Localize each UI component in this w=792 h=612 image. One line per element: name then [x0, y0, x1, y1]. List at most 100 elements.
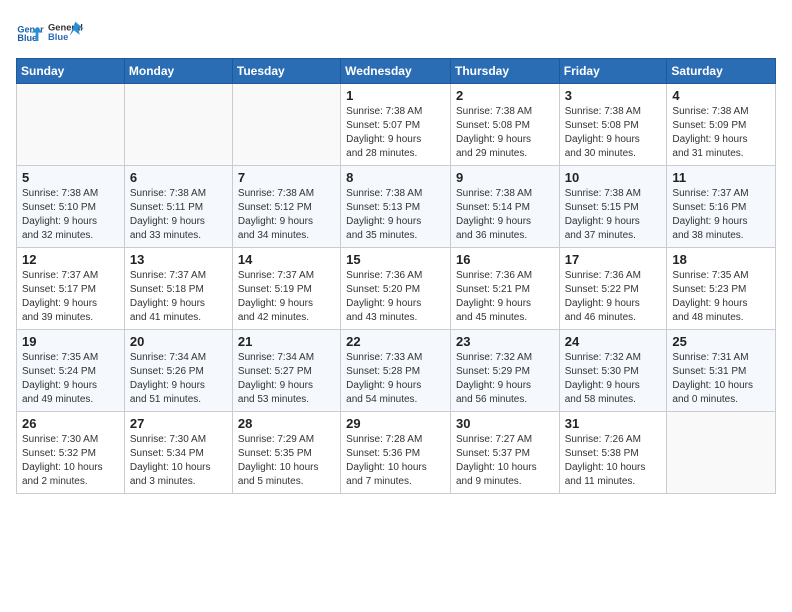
calendar-day-cell: 8Sunrise: 7:38 AM Sunset: 5:13 PM Daylig…	[341, 166, 451, 248]
calendar-day-cell: 5 Sunrise: 7:38 AM Sunset: 5:10 PM Daylig…	[17, 166, 125, 248]
day-info: Sunrise: 7:35 AM Sunset: 5:24 PM Dayligh…	[22, 351, 119, 407]
logo: General Blue General Blue	[16, 16, 84, 52]
day-info: Sunrise: 7:31 AM Sunset: 5:31 PM Dayligh…	[672, 351, 770, 407]
day-info: Sunrise: 7:26 AM Sunset: 5:38 PM Dayligh…	[565, 433, 662, 489]
day-info: Sunrise: 7:38 AM Sunset: 5:14 PM Dayligh…	[456, 187, 554, 243]
day-number: 10	[565, 170, 662, 185]
calendar-day-cell: 18 Sunrise: 7:35 AM Sunset: 5:23 PM Dayli…	[667, 248, 776, 330]
logo-bird-icon: General Blue	[48, 16, 84, 52]
day-info: Sunrise: 7:38 AM Sunset: 5:12 PM Dayligh…	[238, 187, 335, 243]
day-info: Sunrise: 7:36 AM Sunset: 5:22 PM Dayligh…	[565, 269, 662, 325]
calendar-day-cell: 6 Sunrise: 7:38 AM Sunset: 5:11 PM Daylig…	[124, 166, 232, 248]
day-number: 2	[456, 88, 554, 103]
calendar-day-cell: 26 Sunrise: 7:30 AM Sunset: 5:32 PM Dayli…	[17, 412, 125, 494]
day-number: 21	[238, 334, 335, 349]
calendar-day-cell: 31 Sunrise: 7:26 AM Sunset: 5:38 PM Dayli…	[559, 412, 667, 494]
calendar-day-cell: 1 Sunrise: 7:38 AM Sunset: 5:07 PM Daylig…	[341, 84, 451, 166]
day-info: Sunrise: 7:33 AM Sunset: 5:28 PM Dayligh…	[346, 351, 445, 407]
day-info: Sunrise: 7:37 AM Sunset: 5:18 PM Dayligh…	[130, 269, 227, 325]
calendar-day-cell: 21 Sunrise: 7:34 AM Sunset: 5:27 PM Dayli…	[232, 330, 340, 412]
calendar-day-cell: 2 Sunrise: 7:38 AM Sunset: 5:08 PM Daylig…	[450, 84, 559, 166]
day-info: Sunrise: 7:37 AM Sunset: 5:19 PM Dayligh…	[238, 269, 335, 325]
day-number: 7	[238, 170, 335, 185]
day-info: Sunrise: 7:34 AM Sunset: 5:27 PM Dayligh…	[238, 351, 335, 407]
day-info: Sunrise: 7:36 AM Sunset: 5:21 PM Dayligh…	[456, 269, 554, 325]
day-info: Sunrise: 7:28 AM Sunset: 5:36 PM Dayligh…	[346, 433, 445, 489]
day-number: 12	[22, 252, 119, 267]
calendar-day-cell	[232, 84, 340, 166]
day-number: 28	[238, 416, 335, 431]
calendar-day-cell: 24 Sunrise: 7:32 AM Sunset: 5:30 PM Dayli…	[559, 330, 667, 412]
calendar-header-row: SundayMondayTuesdayWednesdayThursdayFrid…	[17, 59, 776, 84]
calendar-day-cell: 17 Sunrise: 7:36 AM Sunset: 5:22 PM Dayli…	[559, 248, 667, 330]
calendar-day-cell: 4Sunrise: 7:38 AM Sunset: 5:09 PM Daylig…	[667, 84, 776, 166]
day-info: Sunrise: 7:38 AM Sunset: 5:08 PM Dayligh…	[565, 105, 662, 161]
calendar-day-cell	[124, 84, 232, 166]
day-number: 13	[130, 252, 227, 267]
day-number: 24	[565, 334, 662, 349]
calendar-day-cell: 22Sunrise: 7:33 AM Sunset: 5:28 PM Dayli…	[341, 330, 451, 412]
calendar-day-cell: 10Sunrise: 7:38 AM Sunset: 5:15 PM Dayli…	[559, 166, 667, 248]
day-number: 16	[456, 252, 554, 267]
calendar-day-cell	[17, 84, 125, 166]
day-info: Sunrise: 7:38 AM Sunset: 5:09 PM Dayligh…	[672, 105, 770, 161]
calendar-day-cell: 19 Sunrise: 7:35 AM Sunset: 5:24 PM Dayli…	[17, 330, 125, 412]
day-number: 5	[22, 170, 119, 185]
day-number: 1	[346, 88, 445, 103]
calendar-week-row: 1 Sunrise: 7:38 AM Sunset: 5:07 PM Daylig…	[17, 84, 776, 166]
day-info: Sunrise: 7:35 AM Sunset: 5:23 PM Dayligh…	[672, 269, 770, 325]
day-number: 20	[130, 334, 227, 349]
calendar-day-cell: 9 Sunrise: 7:38 AM Sunset: 5:14 PM Daylig…	[450, 166, 559, 248]
day-info: Sunrise: 7:38 AM Sunset: 5:10 PM Dayligh…	[22, 187, 119, 243]
calendar-weekday-header: Saturday	[667, 59, 776, 84]
calendar-day-cell: 25 Sunrise: 7:31 AM Sunset: 5:31 PM Dayli…	[667, 330, 776, 412]
day-info: Sunrise: 7:36 AM Sunset: 5:20 PM Dayligh…	[346, 269, 445, 325]
calendar-day-cell: 3 Sunrise: 7:38 AM Sunset: 5:08 PM Daylig…	[559, 84, 667, 166]
calendar-weekday-header: Wednesday	[341, 59, 451, 84]
day-number: 31	[565, 416, 662, 431]
calendar-day-cell: 29 Sunrise: 7:28 AM Sunset: 5:36 PM Dayli…	[341, 412, 451, 494]
day-info: Sunrise: 7:37 AM Sunset: 5:16 PM Dayligh…	[672, 187, 770, 243]
day-number: 18	[672, 252, 770, 267]
day-info: Sunrise: 7:30 AM Sunset: 5:34 PM Dayligh…	[130, 433, 227, 489]
calendar-weekday-header: Friday	[559, 59, 667, 84]
calendar-day-cell: 7 Sunrise: 7:38 AM Sunset: 5:12 PM Daylig…	[232, 166, 340, 248]
day-info: Sunrise: 7:29 AM Sunset: 5:35 PM Dayligh…	[238, 433, 335, 489]
day-number: 15	[346, 252, 445, 267]
calendar-weekday-header: Sunday	[17, 59, 125, 84]
day-info: Sunrise: 7:37 AM Sunset: 5:17 PM Dayligh…	[22, 269, 119, 325]
day-number: 19	[22, 334, 119, 349]
calendar-weekday-header: Monday	[124, 59, 232, 84]
calendar-day-cell: 16 Sunrise: 7:36 AM Sunset: 5:21 PM Dayli…	[450, 248, 559, 330]
day-info: Sunrise: 7:38 AM Sunset: 5:11 PM Dayligh…	[130, 187, 227, 243]
day-number: 25	[672, 334, 770, 349]
day-info: Sunrise: 7:32 AM Sunset: 5:30 PM Dayligh…	[565, 351, 662, 407]
day-number: 3	[565, 88, 662, 103]
calendar-day-cell: 14Sunrise: 7:37 AM Sunset: 5:19 PM Dayli…	[232, 248, 340, 330]
day-info: Sunrise: 7:38 AM Sunset: 5:08 PM Dayligh…	[456, 105, 554, 161]
day-info: Sunrise: 7:27 AM Sunset: 5:37 PM Dayligh…	[456, 433, 554, 489]
day-info: Sunrise: 7:30 AM Sunset: 5:32 PM Dayligh…	[22, 433, 119, 489]
day-info: Sunrise: 7:38 AM Sunset: 5:07 PM Dayligh…	[346, 105, 445, 161]
calendar-day-cell: 15 Sunrise: 7:36 AM Sunset: 5:20 PM Dayli…	[341, 248, 451, 330]
day-info: Sunrise: 7:32 AM Sunset: 5:29 PM Dayligh…	[456, 351, 554, 407]
day-info: Sunrise: 7:34 AM Sunset: 5:26 PM Dayligh…	[130, 351, 227, 407]
calendar-table: SundayMondayTuesdayWednesdayThursdayFrid…	[16, 58, 776, 494]
day-number: 6	[130, 170, 227, 185]
svg-text:Blue: Blue	[48, 32, 68, 42]
calendar-day-cell: 20 Sunrise: 7:34 AM Sunset: 5:26 PM Dayli…	[124, 330, 232, 412]
calendar-day-cell: 11 Sunrise: 7:37 AM Sunset: 5:16 PM Dayli…	[667, 166, 776, 248]
calendar-week-row: 19 Sunrise: 7:35 AM Sunset: 5:24 PM Dayli…	[17, 330, 776, 412]
calendar-day-cell: 30Sunrise: 7:27 AM Sunset: 5:37 PM Dayli…	[450, 412, 559, 494]
day-number: 29	[346, 416, 445, 431]
day-number: 17	[565, 252, 662, 267]
day-number: 26	[22, 416, 119, 431]
calendar-body: 1 Sunrise: 7:38 AM Sunset: 5:07 PM Daylig…	[17, 84, 776, 494]
svg-text:Blue: Blue	[17, 33, 37, 43]
day-info: Sunrise: 7:38 AM Sunset: 5:13 PM Dayligh…	[346, 187, 445, 243]
calendar-day-cell: 23 Sunrise: 7:32 AM Sunset: 5:29 PM Dayli…	[450, 330, 559, 412]
day-number: 9	[456, 170, 554, 185]
calendar-day-cell: 27Sunrise: 7:30 AM Sunset: 5:34 PM Dayli…	[124, 412, 232, 494]
day-number: 23	[456, 334, 554, 349]
day-number: 11	[672, 170, 770, 185]
